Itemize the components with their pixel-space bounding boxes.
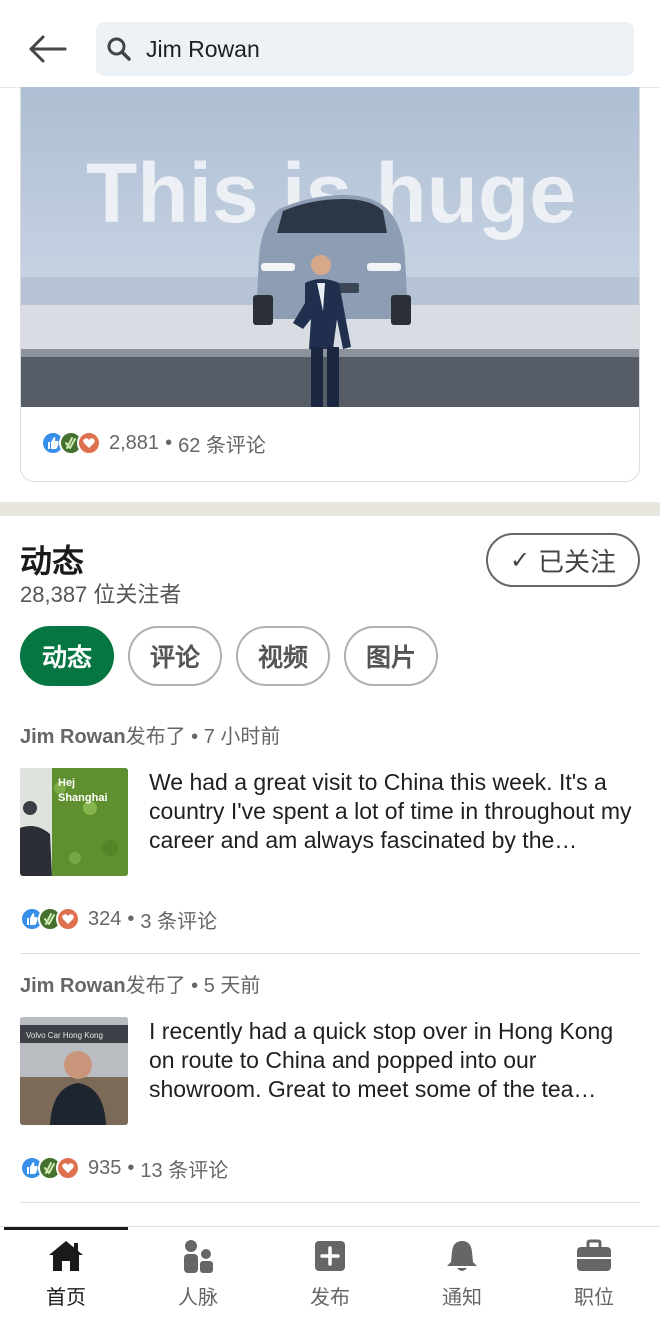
search-input[interactable]: [146, 22, 616, 76]
post-author[interactable]: Jim Rowan: [20, 726, 126, 748]
home-icon: [49, 1241, 83, 1271]
post-time: 7 小时前: [203, 726, 281, 748]
featured-post-stats: 2,881 • 62 条评论: [41, 427, 266, 459]
nav-network[interactable]: 人脉: [132, 1227, 264, 1338]
reactions-group[interactable]: [41, 431, 101, 455]
nav-post[interactable]: 发布: [264, 1227, 396, 1338]
filter-videos-chip[interactable]: 视频: [236, 626, 331, 686]
nav-network-label: 人脉: [178, 1287, 218, 1309]
comment-count[interactable]: 3 条评论: [140, 905, 217, 934]
post-action: 发布了: [125, 726, 186, 748]
post-action: 发布了: [125, 975, 186, 997]
filter-comments-chip[interactable]: 评论: [128, 626, 223, 686]
section-divider: [0, 502, 660, 516]
nav-home-label: 首页: [46, 1287, 86, 1309]
search-icon: [107, 37, 131, 61]
filter-images-chip[interactable]: 图片: [344, 626, 439, 686]
separator-dot: •: [127, 1156, 135, 1179]
reaction-count[interactable]: 935: [88, 1157, 121, 1180]
post-author[interactable]: Jim Rowan: [20, 975, 126, 997]
filter-posts-chip[interactable]: 动态: [20, 626, 115, 686]
check-icon: ✓: [509, 546, 531, 574]
post-thumbnail[interactable]: Volvo Car Hong Kong: [20, 1017, 128, 1125]
activity-post[interactable]: Jim Rowan发布了 • 7 小时前 Hej Shanghai We had…: [20, 722, 640, 954]
activity-title: 动态: [20, 543, 85, 579]
post-body[interactable]: Volvo Car Hong Kong I recently had a qui…: [20, 1017, 640, 1127]
back-arrow-icon: [29, 35, 67, 63]
separator-dot: •: [191, 975, 199, 997]
bottom-navigation: 首页 人脉 发布 通知 职位: [0, 1226, 660, 1338]
featured-post-card[interactable]: This is huge 2,881 • 62 条评论: [20, 87, 640, 482]
separator-dot: •: [127, 907, 135, 930]
reactions-group[interactable]: [20, 907, 80, 931]
post-meta: Jim Rowan发布了 • 5 天前: [20, 971, 640, 1001]
reaction-count[interactable]: 2,881: [109, 432, 159, 455]
thumbnail-caption: Volvo Car Hong Kong: [26, 1031, 103, 1040]
featured-post-image[interactable]: This is huge: [21, 87, 640, 407]
post-stats: 935 • 13 条评论: [20, 1153, 228, 1183]
network-icon: [184, 1240, 213, 1273]
post-plus-icon: [315, 1241, 345, 1271]
post-body[interactable]: Hej Shanghai We had a great visit to Chi…: [20, 768, 640, 878]
top-bar: [0, 0, 660, 88]
briefcase-icon: [577, 1239, 611, 1271]
following-label: 已关注: [538, 546, 617, 577]
following-button[interactable]: ✓ 已关注: [486, 533, 640, 587]
reactions-group[interactable]: [20, 1156, 80, 1180]
comment-count[interactable]: 13 条评论: [140, 1154, 228, 1183]
love-reaction-icon: [77, 431, 101, 455]
post-text[interactable]: We had a great visit to China this week.…: [149, 768, 640, 855]
nav-jobs-label: 职位: [574, 1287, 614, 1309]
thumbnail-text-line1: Hej: [58, 777, 75, 789]
post-thumbnail[interactable]: Hej Shanghai: [20, 768, 128, 876]
search-box[interactable]: [96, 22, 634, 76]
follower-count: 28,387 位关注者: [20, 582, 182, 607]
love-reaction-icon: [56, 1156, 80, 1180]
separator-dot: •: [191, 726, 199, 748]
back-button[interactable]: [22, 26, 72, 72]
comment-count[interactable]: 62 条评论: [178, 429, 266, 458]
bell-icon: [447, 1241, 477, 1271]
activity-filter-chips: 动态 评论 视频 图片: [20, 626, 439, 686]
nav-notifications-label: 通知: [442, 1287, 482, 1309]
nav-post-label: 发布: [310, 1287, 350, 1309]
post-divider: [20, 1202, 640, 1203]
thumbnail-text-line2: Shanghai: [58, 792, 108, 804]
nav-notifications[interactable]: 通知: [396, 1227, 528, 1338]
nav-jobs[interactable]: 职位: [528, 1227, 660, 1338]
separator-dot: •: [165, 431, 173, 454]
activity-post[interactable]: Jim Rowan发布了 • 5 天前 Volvo Car Hong Kong …: [20, 971, 640, 1203]
post-meta: Jim Rowan发布了 • 7 小时前: [20, 722, 640, 752]
reaction-count[interactable]: 324: [88, 908, 121, 931]
post-divider: [20, 953, 640, 954]
post-time: 5 天前: [203, 975, 261, 997]
post-text[interactable]: I recently had a quick stop over in Hong…: [149, 1017, 640, 1104]
active-tab-indicator: [4, 1227, 128, 1230]
post-stats: 324 • 3 条评论: [20, 904, 217, 934]
nav-home[interactable]: 首页: [0, 1227, 132, 1338]
love-reaction-icon: [56, 907, 80, 931]
